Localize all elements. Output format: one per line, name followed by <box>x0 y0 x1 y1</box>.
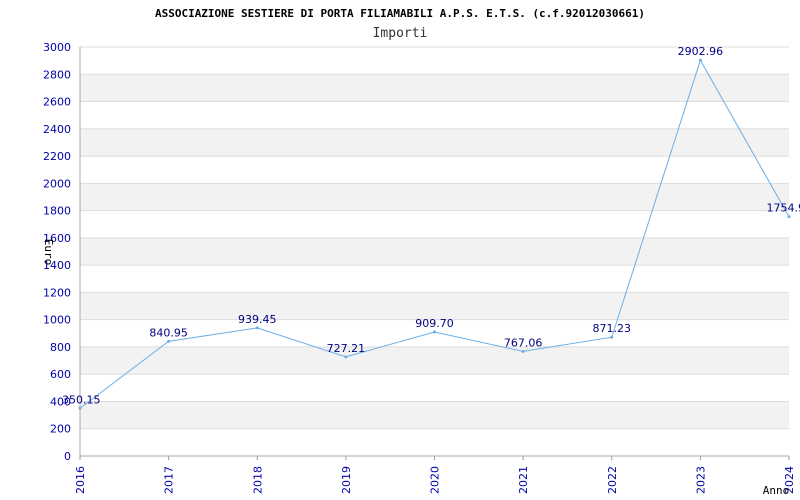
y-tick-label: 1200 <box>43 286 71 299</box>
x-tick-label: 2017 <box>163 466 176 494</box>
chart-title: ASSOCIAZIONE SESTIERE DI PORTA FILIAMABI… <box>155 7 645 20</box>
data-label: 350.15 <box>62 393 101 406</box>
data-point <box>344 355 348 359</box>
data-label: 840.95 <box>149 326 188 339</box>
data-label: 871.23 <box>593 322 632 335</box>
grid-band <box>80 128 789 157</box>
data-point <box>521 349 525 353</box>
y-tick-label: 2400 <box>43 123 71 136</box>
x-axis-label: Anno <box>763 484 790 497</box>
data-point <box>78 406 82 410</box>
data-label: 909.70 <box>415 317 454 330</box>
grid-band <box>80 292 789 320</box>
x-tick-label: 2023 <box>694 466 707 494</box>
line-chart: ASSOCIAZIONE SESTIERE DI PORTA FILIAMABI… <box>42 7 800 497</box>
y-axis-label: Euro <box>42 239 55 266</box>
y-tick-label: 1800 <box>43 205 71 218</box>
grid-band <box>80 346 789 375</box>
grid-band <box>80 401 789 429</box>
data-point <box>787 215 791 219</box>
y-tick-label: 2800 <box>43 68 71 81</box>
y-tick-label: 600 <box>50 368 71 381</box>
y-tick-label: 2000 <box>43 177 71 190</box>
data-point <box>167 339 171 343</box>
y-tick-label: 200 <box>50 423 71 436</box>
grid-band <box>80 74 789 102</box>
data-point <box>433 330 436 334</box>
x-tick-label: 2016 <box>74 466 87 494</box>
y-tick-label: 2200 <box>43 150 71 163</box>
data-label: 727.21 <box>327 342 366 355</box>
x-tick-label: 2019 <box>340 466 353 494</box>
grid-band <box>80 237 789 266</box>
x-axis-ticks: 2016 2017 2018 2019 2020 2021 2022 2023 2024 <box>74 456 796 494</box>
y-tick-label: 2600 <box>43 96 71 109</box>
data-label: 767.06 <box>504 336 543 349</box>
y-tick-label: 1000 <box>43 314 71 327</box>
data-point <box>698 58 702 62</box>
plot-background-bands <box>80 74 789 429</box>
y-tick-label: 800 <box>50 341 71 354</box>
data-label: 1754.9 <box>767 202 800 215</box>
data-point <box>610 335 614 339</box>
chart-subtitle: Importi <box>373 26 428 41</box>
data-label: 939.45 <box>238 313 277 326</box>
y-tick-label: 3000 <box>43 41 71 54</box>
x-tick-label: 2018 <box>251 466 264 494</box>
x-tick-label: 2022 <box>606 466 619 494</box>
x-tick-label: 2020 <box>429 466 442 494</box>
y-tick-label: 0 <box>64 450 71 463</box>
grid-band <box>80 183 789 211</box>
x-tick-label: 2021 <box>517 466 530 494</box>
data-point <box>255 326 259 330</box>
data-label: 2902.96 <box>678 45 724 58</box>
